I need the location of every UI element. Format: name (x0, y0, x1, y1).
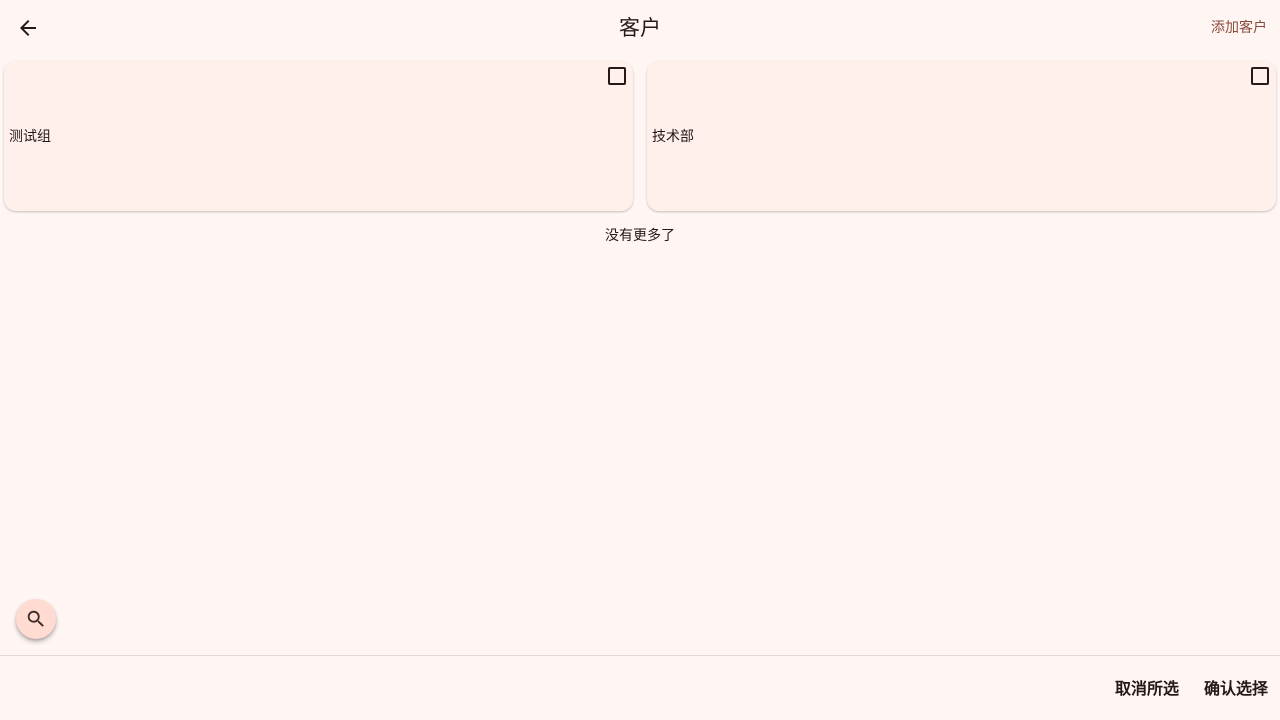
confirm-selection-button[interactable]: 确认选择 (1204, 678, 1268, 700)
search-button[interactable] (16, 599, 56, 639)
search-icon (27, 610, 44, 627)
customer-select-screen: 客户 添加客户 测试组 技术部 没有更多了 取消所选 确认选择 (0, 0, 1280, 720)
bottom-action-bar: 取消所选 确认选择 (0, 655, 1280, 720)
customer-card-2[interactable]: 技术部 (647, 61, 1276, 211)
cancel-selection-button[interactable]: 取消所选 (1115, 678, 1179, 700)
card-label: 测试组 (9, 129, 51, 145)
customer-card-1[interactable]: 测试组 (4, 61, 633, 211)
add-customer-button[interactable]: 添加客户 (1211, 18, 1267, 38)
card-checkbox[interactable] (608, 67, 626, 85)
list-end-text: 没有更多了 (605, 228, 675, 244)
card-label: 技术部 (652, 129, 694, 145)
app-bar: 客户 添加客户 (0, 0, 1280, 56)
card-checkbox[interactable] (1251, 67, 1269, 85)
page-title: 客户 (619, 16, 661, 40)
